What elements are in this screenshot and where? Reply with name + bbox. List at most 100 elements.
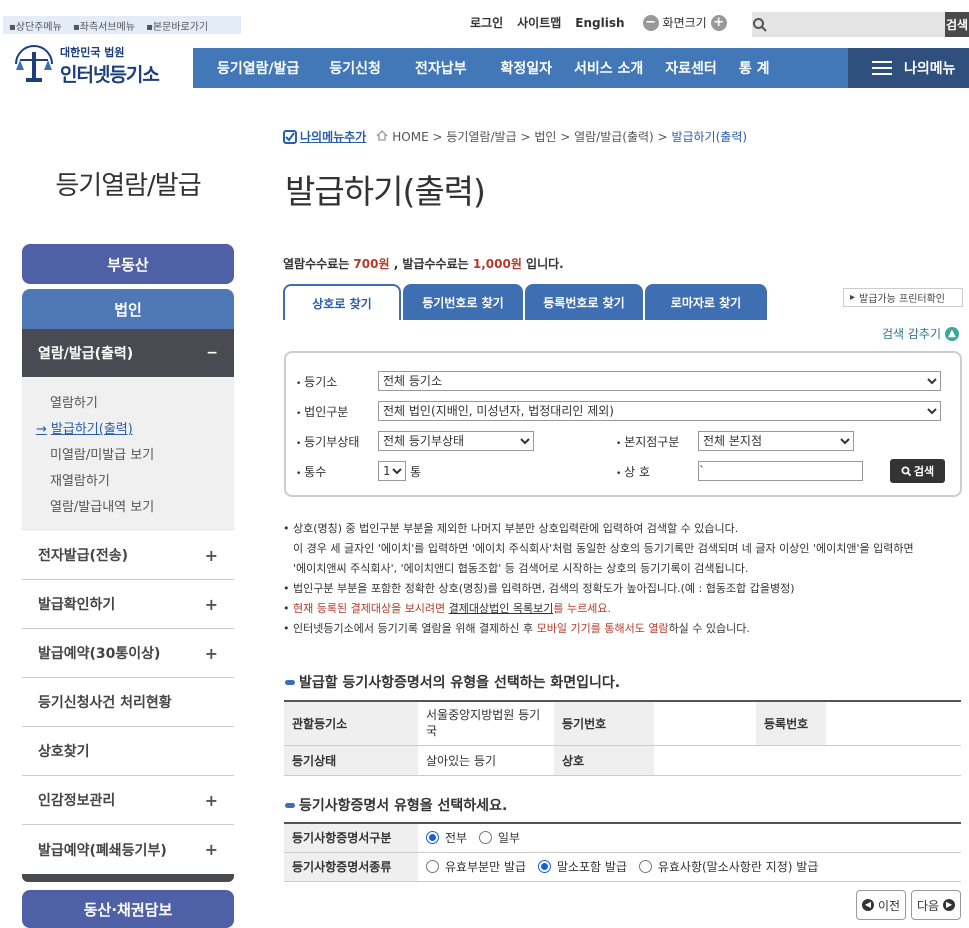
radio-all-dot[interactable]: [426, 830, 439, 844]
side-nav-movable[interactable]: 동산·채권담보: [22, 890, 234, 928]
view-fee: 700원: [353, 257, 390, 271]
skip-link-content[interactable]: ▪본문바로가기: [146, 22, 212, 33]
site-search-input[interactable]: [768, 12, 945, 37]
skip-link-main[interactable]: ▪상단주메뉴: [9, 22, 66, 33]
next-button[interactable]: 다음 ▶: [911, 890, 961, 920]
count-row: 통수 1 통: [296, 461, 421, 481]
office-label: 관할등기소: [284, 701, 418, 746]
count-select[interactable]: 1: [378, 461, 406, 481]
class-options: 유효부분만 발급 말소포함 발급 유효사항(말소사항란 지정) 발급: [418, 852, 961, 882]
expand-icon[interactable]: +: [205, 840, 218, 859]
note-2: 법인구분 부분을 포함한 정확한 상호(명칭)를 입력하면, 검색의 정확도가 …: [283, 579, 969, 599]
site-search-button[interactable]: 검색: [945, 12, 969, 37]
zoom-in-icon[interactable]: +: [710, 14, 727, 31]
nav-item-service[interactable]: 서비스 소개: [574, 58, 643, 78]
skip-link-sub[interactable]: ▪좌측서브메뉴: [73, 22, 139, 33]
zoom-out-icon[interactable]: −: [642, 14, 659, 31]
status-value-cell: 살아있는 등기: [418, 745, 554, 776]
name-value-cell: [654, 745, 961, 776]
lnb-title: 등기열람/발급: [55, 171, 201, 201]
nav-item-resources[interactable]: 자료센터: [665, 58, 717, 78]
english-link[interactable]: English: [575, 16, 624, 30]
side-nav-item-reserve[interactable]: 발급예약(30통이상) +: [22, 629, 234, 678]
status-label-cell: 등기상태: [284, 745, 418, 776]
kind-options: 전부 일부: [418, 823, 961, 853]
corp-type-select[interactable]: 전체 법인(지배인, 미성년자, 법정대리인 제외): [378, 401, 941, 421]
add-my-menu-link[interactable]: 나의메뉴추가: [283, 128, 366, 145]
caret-right-icon: ▸: [850, 292, 856, 303]
registry-label: 등기소: [296, 373, 378, 390]
hide-search-toggle[interactable]: 검색 감추기 ▲: [882, 325, 960, 342]
search-tabs: 상호로 찾기 등기번호로 찾기 등록번호로 찾기 로마자로 찾기: [283, 284, 769, 320]
section-choose-certificate-heading: 등기사항증명서 유형을 선택하세요.: [285, 795, 507, 815]
radio-include-cancelled-dot[interactable]: [537, 859, 551, 873]
prev-button[interactable]: ◀ 이전: [856, 890, 906, 920]
side-nav-item-seal[interactable]: 인감정보관리 +: [22, 776, 234, 825]
office-value: 서울중앙지방법원 등기국: [418, 701, 554, 746]
corp-type-label: 법인구분: [296, 403, 378, 420]
side-nav-item-status[interactable]: 등기신청사건 처리현황: [22, 678, 234, 727]
zoom-label: 화면크기: [662, 16, 707, 30]
breadcrumb-home[interactable]: HOME: [392, 130, 428, 144]
radio-valid-designated[interactable]: 유효사항(말소사항란 지정) 발급: [638, 858, 818, 875]
radio-include-cancelled[interactable]: 말소포함 발급: [537, 858, 627, 875]
skip-links: ▪상단주메뉴 ▪좌측서브메뉴 ▪본문바로가기: [3, 16, 241, 34]
note-3: 현재 등록된 결제대상을 보시려면 결제대상법인 목록보기를 누르세요.: [283, 599, 969, 619]
side-nav-real-estate[interactable]: 부동산: [22, 244, 234, 284]
side-nav-item-name-search[interactable]: 상호찾기: [22, 727, 234, 776]
breadcrumb: 나의메뉴추가 HOME > 등기열람/발급 > 법인 > 열람/발급(출력) >…: [283, 128, 747, 145]
name-label-cell: 상호: [554, 745, 654, 776]
search-notes: 상호(명칭) 중 법인구분 부분을 제외한 나머지 부분만 상호입력란에 입력하…: [283, 519, 969, 639]
expand-icon[interactable]: +: [205, 595, 218, 614]
sub-item-history[interactable]: 열람/발급내역 보기: [50, 495, 234, 521]
nav-item-payment[interactable]: 전자납부: [415, 58, 467, 78]
side-nav-view-issue-section[interactable]: 열람/발급(출력) −: [22, 329, 234, 377]
nav-item-stats[interactable]: 통 계: [739, 58, 770, 78]
branch-select[interactable]: 전체 본지점: [698, 431, 854, 451]
search-button[interactable]: 검색: [890, 459, 945, 483]
status-select[interactable]: 전체 등기부상태: [378, 431, 534, 451]
login-link[interactable]: 로그인: [470, 14, 503, 31]
radio-partial-dot[interactable]: [478, 830, 492, 844]
sub-item-unviewed[interactable]: 미열람/미발급 보기: [50, 443, 234, 469]
expand-icon[interactable]: +: [205, 791, 218, 810]
tab-by-record-number[interactable]: 등록번호로 찾기: [525, 284, 643, 320]
my-menu-button[interactable]: 나의메뉴: [848, 48, 969, 88]
radio-partial[interactable]: 일부: [478, 829, 520, 846]
sub-item-view[interactable]: 열람하기: [50, 391, 234, 417]
tab-by-name[interactable]: 상호로 찾기: [283, 284, 401, 320]
class-label: 등기사항증명서종류: [284, 852, 418, 882]
radio-valid-only[interactable]: 유효부분만 발급: [426, 858, 526, 875]
name-label: 상 호: [616, 463, 698, 480]
hamburger-icon: [872, 61, 892, 75]
radio-valid-only-dot[interactable]: [426, 859, 439, 873]
tab-by-roman[interactable]: 로마자로 찾기: [645, 284, 767, 320]
regno-value: [654, 701, 756, 746]
expand-icon[interactable]: +: [205, 546, 218, 565]
site-logo[interactable]: 대한민국 법원 인터넷등기소: [8, 42, 160, 88]
collapse-icon[interactable]: −: [206, 345, 218, 361]
radio-all[interactable]: 전부: [426, 829, 467, 846]
side-nav-item-e-issue[interactable]: 전자발급(전송) +: [22, 531, 234, 580]
logo-title: 인터넷등기소: [60, 63, 160, 86]
radio-valid-designated-dot[interactable]: [638, 859, 652, 873]
sitemap-link[interactable]: 사이트맵: [517, 14, 561, 31]
nav-item-view-issue[interactable]: 등기열람/발급: [217, 58, 299, 78]
side-nav-item-closed-reserve[interactable]: 발급예약(폐쇄등기부) +: [22, 825, 234, 874]
tab-by-reg-number[interactable]: 등기번호로 찾기: [403, 284, 523, 320]
chevron-up-icon: ▲: [945, 326, 960, 341]
sub-item-review[interactable]: 재열람하기: [50, 469, 234, 495]
side-nav-item-verify[interactable]: 발급확인하기 +: [22, 580, 234, 629]
printer-check-button[interactable]: ▸ 발급가능 프린터확인: [843, 288, 963, 307]
my-menu-label: 나의메뉴: [904, 61, 956, 77]
side-nav-corporation[interactable]: 법인: [22, 289, 234, 329]
side-sub-menu: 열람하기 → 발급하기(출력) 미열람/미발급 보기 재열람하기 열람/발급내역 …: [22, 377, 234, 531]
nav-item-apply[interactable]: 등기신청: [329, 58, 381, 78]
section-label: 열람/발급(출력): [38, 346, 134, 362]
nav-item-fixed-date[interactable]: 확정일자: [500, 58, 552, 78]
company-name-input[interactable]: [698, 461, 863, 481]
expand-icon[interactable]: +: [205, 644, 218, 663]
payment-list-link[interactable]: 결제대상법인 목록보기: [449, 602, 554, 615]
sub-item-issue[interactable]: → 발급하기(출력): [36, 417, 234, 443]
registry-select[interactable]: 전체 등기소: [378, 371, 941, 391]
